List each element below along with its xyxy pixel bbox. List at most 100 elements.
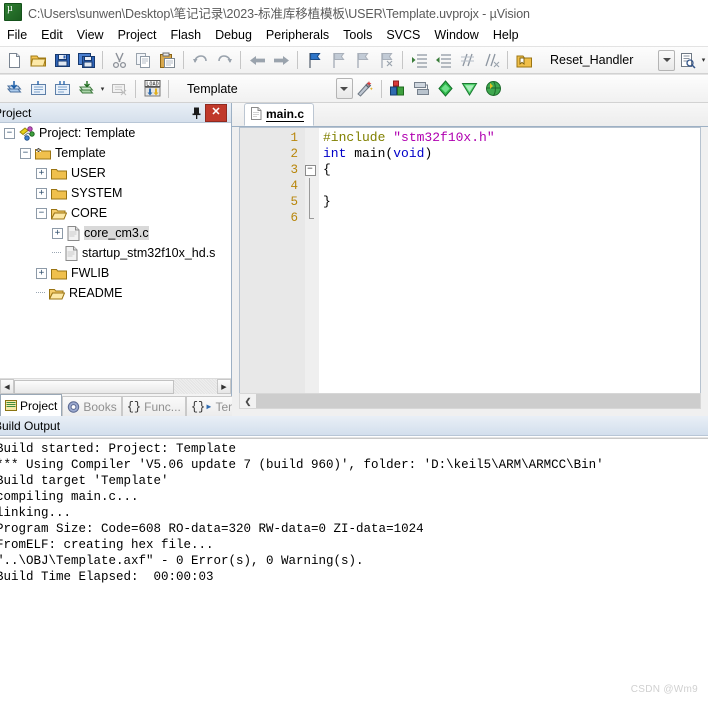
code-editor[interactable]: 1 #include "stm32f10x.h" 2 int main(void… [239, 127, 701, 399]
configuration-wizard-button[interactable] [434, 77, 458, 101]
menu-peripherals[interactable]: Peripherals [259, 26, 336, 44]
paste-button[interactable] [155, 48, 179, 72]
code-content[interactable]: 1 #include "stm32f10x.h" 2 int main(void… [240, 130, 700, 226]
cut-button[interactable] [107, 48, 131, 72]
project-panel: Project ✕ − [0, 103, 260, 416]
scroll-left-button[interactable]: ❮ [240, 394, 256, 408]
menu-bar: File Edit View Project Flash Debug Perip… [0, 24, 708, 46]
project-tree[interactable]: − Project: Template − Template + USER + … [0, 123, 231, 375]
tree-node-file-core-cm3[interactable]: + core_cm3.c [0, 223, 231, 243]
fold-toggle[interactable]: − [301, 162, 319, 178]
menu-debug[interactable]: Debug [208, 26, 259, 44]
translate-file-button[interactable] [2, 77, 26, 101]
navigate-forward-button[interactable] [269, 48, 293, 72]
scroll-thumb[interactable] [14, 379, 174, 394]
bookmark-folder-button[interactable] [512, 48, 536, 72]
tree-node-label: README [69, 286, 123, 300]
tab-books[interactable]: Books [62, 396, 122, 416]
batch-build-dropdown[interactable]: ▾ [98, 77, 107, 101]
bookmark-toggle-button[interactable] [302, 48, 326, 72]
stop-build-button[interactable] [107, 77, 131, 101]
multi-project-button[interactable] [458, 77, 482, 101]
tree-node-project[interactable]: − Project: Template [0, 123, 231, 143]
menu-view[interactable]: View [70, 26, 111, 44]
navigate-back-button[interactable] [245, 48, 269, 72]
copy-button[interactable] [131, 48, 155, 72]
tree-node-target[interactable]: − Template [0, 143, 231, 163]
target-options-button[interactable] [353, 77, 377, 101]
tree-node-file-startup[interactable]: startup_stm32f10x_hd.s [0, 243, 231, 263]
close-icon[interactable]: ✕ [205, 103, 227, 122]
project-target-dropdown[interactable] [335, 78, 353, 99]
menu-project[interactable]: Project [111, 26, 164, 44]
build-target-button[interactable] [26, 77, 50, 101]
tree-node-label: CORE [71, 206, 108, 220]
download-to-flash-button[interactable]: LOAD [140, 77, 164, 101]
build-output-panel: Build Output Build started: Project: Tem… [0, 416, 708, 703]
scroll-left-button[interactable]: ◀ [0, 379, 14, 394]
manage-project-items-button[interactable] [386, 77, 410, 101]
tree-expander[interactable]: + [36, 267, 47, 279]
find-in-files-button[interactable] [675, 48, 699, 72]
code-token-keyword: int [323, 146, 347, 161]
tab-functions[interactable]: {} Func... [121, 396, 186, 416]
editor-hscrollbar[interactable]: ❮ [239, 393, 701, 409]
menu-tools[interactable]: Tools [336, 26, 379, 44]
log-line: *** Using Compiler 'V5.06 update 7 (buil… [0, 458, 604, 472]
indent-button[interactable] [407, 48, 431, 72]
tree-node-group-core[interactable]: − CORE [0, 203, 231, 223]
scroll-right-button[interactable]: ▶ [217, 379, 231, 394]
redo-icon [216, 52, 233, 69]
menu-file[interactable]: File [0, 26, 34, 44]
project-tree-hscrollbar[interactable]: ◀ ▶ [0, 378, 231, 394]
tree-expander[interactable]: + [36, 167, 47, 179]
manage-project-items-icon [389, 80, 406, 97]
menu-window[interactable]: Window [427, 26, 485, 44]
scroll-track[interactable] [174, 379, 217, 394]
tree-expander[interactable]: − [36, 207, 47, 219]
outdent-icon [435, 52, 452, 69]
new-file-button[interactable] [2, 48, 26, 72]
package-installer-button[interactable] [482, 77, 506, 101]
bookmark-prev-button[interactable] [326, 48, 350, 72]
tree-expander[interactable]: − [20, 147, 31, 159]
menu-svcs[interactable]: SVCS [379, 26, 427, 44]
scroll-thumb[interactable] [256, 394, 700, 408]
collapse-box-icon[interactable]: − [304, 164, 316, 176]
tab-label: Books [83, 399, 117, 414]
undo-button[interactable] [188, 48, 212, 72]
code-line: 4 [240, 178, 700, 194]
tree-node-group-user[interactable]: + USER [0, 163, 231, 183]
build-output-log[interactable]: Build started: Project: Template *** Usi… [0, 441, 708, 703]
tree-node-group-fwlib[interactable]: + FWLIB [0, 263, 231, 283]
batch-build-button[interactable] [74, 77, 98, 101]
outdent-button[interactable] [431, 48, 455, 72]
manage-runtime-env-button[interactable] [410, 77, 434, 101]
uncomment-button[interactable] [479, 48, 503, 72]
toolbar-overflow-caret[interactable]: ▾ [699, 48, 708, 72]
pin-icon[interactable] [187, 104, 205, 122]
redo-button[interactable] [212, 48, 236, 72]
tree-expander[interactable]: + [36, 187, 47, 199]
tree-expander[interactable]: − [4, 127, 15, 139]
editor-tab-main-c[interactable]: main.c [244, 103, 315, 126]
target-dropdown-arrow[interactable] [658, 49, 675, 71]
comment-button[interactable] [455, 48, 479, 72]
open-file-button[interactable] [26, 48, 50, 72]
bookmark-clear-button[interactable] [374, 48, 398, 72]
code-line: 1 #include "stm32f10x.h" [240, 130, 700, 146]
menu-help[interactable]: Help [486, 26, 526, 44]
bookmark-next-button[interactable] [350, 48, 374, 72]
target-options-icon [356, 80, 374, 97]
rebuild-all-button[interactable] [50, 77, 74, 101]
save-all-button[interactable] [74, 48, 98, 72]
menu-flash[interactable]: Flash [163, 26, 208, 44]
tree-expander[interactable]: + [52, 227, 63, 239]
build-toolbar: ▾ LOAD Template [0, 74, 708, 103]
tree-node-group-readme[interactable]: README [0, 283, 231, 303]
save-button[interactable] [50, 48, 74, 72]
uvision-window: C:\Users\sunwen\Desktop\笔记记录\2023-标准库移植模… [0, 0, 708, 703]
menu-edit[interactable]: Edit [34, 26, 70, 44]
tab-project[interactable]: Project [0, 394, 63, 416]
tree-node-group-system[interactable]: + SYSTEM [0, 183, 231, 203]
